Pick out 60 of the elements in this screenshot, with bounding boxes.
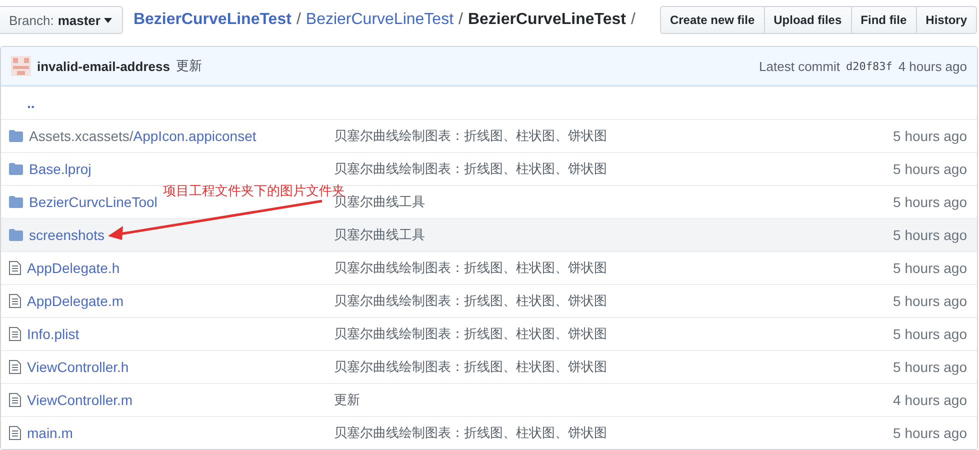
commit-message: 更新 [176, 57, 203, 75]
file-icon [9, 261, 21, 275]
commit-message: 贝塞尔曲线绘制图表：折线图、柱状图、饼状图 [334, 127, 608, 145]
folder-icon [9, 229, 23, 241]
file-icon [9, 294, 21, 308]
file-age: 5 hours ago [893, 161, 967, 177]
folder-icon [9, 130, 23, 142]
breadcrumb-separator: / [630, 11, 636, 29]
file-link[interactable]: Info.plist [27, 326, 80, 342]
breadcrumb-current: BezierCurveLineTest [468, 11, 626, 29]
file-row[interactable]: main.m 贝塞尔曲线绘制图表：折线图、柱状图、饼状图 5 hours ago [1, 416, 977, 449]
action-button[interactable]: Find file [850, 6, 917, 34]
latest-commit-label: Latest commit [759, 58, 840, 74]
action-button[interactable]: History [916, 6, 977, 34]
commit-message: 贝塞尔曲线绘制图表：折线图、柱状图、饼状图 [334, 424, 608, 442]
file-age: 4 hours ago [893, 392, 967, 408]
file-link[interactable]: screenshots [29, 227, 104, 243]
file-link[interactable]: Base.lproj [29, 161, 92, 177]
file-age: 5 hours ago [893, 359, 967, 375]
caret-icon [104, 18, 112, 22]
action-button[interactable]: Create new file [660, 6, 765, 34]
avatar-icon [11, 56, 31, 76]
file-link[interactable]: AppDelegate.h [27, 260, 120, 276]
commit-age: 4 hours ago [898, 58, 967, 74]
commit-message: 贝塞尔曲线绘制图表：折线图、柱状图、饼状图 [334, 292, 608, 310]
commit-message: 贝塞尔曲线绘制图表：折线图、柱状图、饼状图 [334, 259, 608, 277]
file-age: 5 hours ago [893, 293, 967, 309]
file-icon [9, 360, 21, 374]
breadcrumb-link[interactable]: BezierCurveLineTest [133, 11, 292, 29]
file-link[interactable]: ViewController.h [27, 359, 129, 375]
commit-message: 贝塞尔曲线绘制图表：折线图、柱状图、饼状图 [334, 325, 608, 343]
file-age: 5 hours ago [893, 227, 967, 243]
file-link[interactable]: ViewController.m [27, 392, 133, 408]
file-age: 5 hours ago [893, 194, 967, 210]
commit-message: 更新 [334, 391, 361, 409]
file-icon [9, 393, 21, 407]
commit-message: 贝塞尔曲线工具 [334, 226, 426, 244]
file-link[interactable]: BezierCurvcLineTool [29, 194, 158, 210]
file-link[interactable]: AppDelegate.m [27, 293, 124, 309]
parent-directory-link[interactable]: .. [9, 95, 35, 111]
branch-select[interactable]: Branch: master [0, 6, 124, 34]
file-link[interactable]: main.m [27, 425, 73, 441]
file-age: 5 hours ago [893, 326, 967, 342]
file-link[interactable]: Assets.xcassets/AppIcon.appiconset [29, 128, 256, 144]
breadcrumb-separator: / [458, 11, 463, 29]
commit-author[interactable]: invalid-email-address [37, 58, 170, 74]
commit-message: 贝塞尔曲线绘制图表：折线图、柱状图、饼状图 [334, 358, 608, 376]
file-age: 5 hours ago [893, 425, 967, 441]
breadcrumb-link[interactable]: BezierCurveLineTest [306, 11, 454, 29]
folder-icon [9, 163, 23, 175]
file-icon [9, 426, 21, 440]
file-age: 5 hours ago [893, 128, 967, 144]
breadcrumb-separator: / [296, 11, 301, 29]
file-row[interactable]: screenshots 贝塞尔曲线工具 5 hours ago [1, 218, 977, 251]
commit-sha[interactable]: d20f83f [846, 60, 892, 72]
commit-message: 贝塞尔曲线绘制图表：折线图、柱状图、饼状图 [334, 160, 608, 178]
file-age: 5 hours ago [893, 260, 967, 276]
folder-icon [9, 196, 23, 208]
file-icon [9, 327, 21, 341]
action-button[interactable]: Upload files [764, 6, 852, 34]
